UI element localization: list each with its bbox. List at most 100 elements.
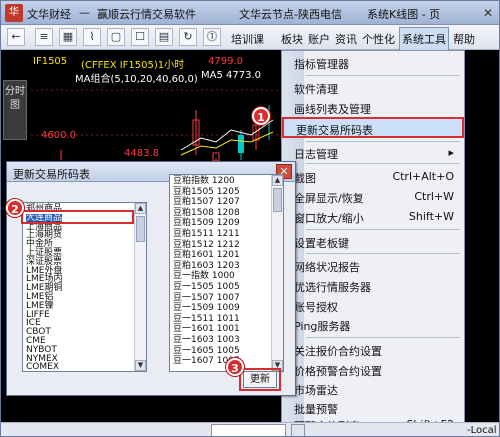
menu-item-software-cleanup[interactable]: 软件清理 (282, 78, 464, 98)
menu-sectors[interactable]: 板块 (281, 31, 303, 47)
menu-separator (306, 253, 460, 254)
menu-separator (306, 229, 460, 230)
scroll-up-icon[interactable]: ▲ (272, 175, 283, 186)
scroll-down-icon[interactable]: ▼ (135, 360, 146, 371)
menu-item-label: 全屏显示/恢复 (294, 192, 364, 205)
menu-item-network-report[interactable]: 网络状况报告 (282, 256, 464, 276)
contract-list-item[interactable]: 豆粕1509 1209 (173, 219, 240, 228)
status-scroll-icon[interactable] (291, 424, 305, 436)
menu-item-price-alert-contracts[interactable]: 价格预警合约设置 (282, 360, 464, 380)
scroll-thumb[interactable] (136, 216, 145, 242)
menu-separator (306, 75, 460, 76)
exchange-listbox[interactable]: ▲ ▼ 郑州商品 大连商品 上海商品 上海期货 中金所 上证股票 深证股票 LME外盘 LME场… (22, 202, 147, 372)
system-tools-dropdown: 指标管理器 软件清理 画线列表及管理 更新交易所码表 日志管理 ▸ 截图 Ctrl+… (281, 50, 465, 433)
back-icon[interactable]: ← (7, 28, 25, 46)
contract-list-item[interactable]: 豆粕1512 1212 (173, 240, 240, 250)
contract-list-item[interactable]: 豆一1605 1005 (173, 346, 240, 356)
app-subtitle: 赢顺云行情交易软件 (97, 8, 196, 21)
contract-code: IF1505 (33, 56, 68, 67)
contract-list-item[interactable]: 豆粕1507 1207 (173, 198, 240, 207)
contract-list-scrollbar[interactable]: ▲ ▼ (271, 175, 283, 371)
menu-item-market-radar[interactable]: 市场雷达 (282, 379, 464, 399)
exchange-list-item[interactable]: COMEX (26, 363, 59, 371)
ma5-value: MA5 4773.0 (201, 70, 261, 81)
scroll-thumb[interactable] (273, 188, 282, 212)
grid-icon[interactable]: ▦ (59, 28, 77, 46)
update-exchange-codes-dialog: 更新交易所码表 ✕ ▲ ▼ 郑州商品 大连商品 上海商品 上海期货 中金所 上证股票 深证股… (6, 161, 296, 396)
menu-item-label: 日志管理 (294, 148, 338, 161)
submenu-arrow-icon: ▸ (448, 146, 454, 159)
contract-list-item[interactable]: 豆粕1603 1203 (173, 261, 240, 271)
menu-item-zoom-window[interactable]: 窗口放大/缩小 Shift+W (282, 207, 464, 227)
contract-list-item[interactable]: 豆粕1508 1208 (173, 208, 240, 218)
step-badge-2: 2 (6, 199, 24, 217)
title-separator: — (79, 6, 90, 19)
status-local: -Local (467, 425, 497, 436)
ma-label: MA组合(5,10,20,40,60,0) (75, 74, 198, 85)
contract-list-item[interactable]: 豆一1511 1011 (173, 314, 240, 324)
window-close-icon[interactable]: ✕ (481, 6, 495, 20)
status-input[interactable] (211, 424, 286, 436)
menu-item-quote-contracts[interactable]: 关注报价合约设置 (282, 340, 464, 360)
menu-item-ping-server[interactable]: Ping服务器 (282, 315, 464, 335)
menu-item-update-exchange-codes[interactable]: 更新交易所码表 (282, 117, 464, 138)
one-h-icon[interactable]: ⓵ (203, 28, 221, 46)
menu-item-label: 截图 (294, 172, 316, 185)
price-top: 4799.0 (208, 56, 243, 67)
menu-item-boss-key[interactable]: 设置老板键 (282, 232, 464, 252)
menu-separator (306, 163, 460, 164)
menu-item-label: 指标管理器 (294, 58, 349, 71)
contract-list-item[interactable]: 豆一1509 1009 (173, 304, 240, 313)
contract-list-item[interactable]: 豆粕1601 1201 (173, 251, 240, 260)
menu-item-log-management[interactable]: 日志管理 ▸ (282, 143, 464, 163)
menu-item-screenshot[interactable]: 截图 Ctrl+Alt+O (282, 167, 464, 187)
menu-separator (306, 337, 460, 338)
dialog-title: 更新交易所码表 (13, 168, 90, 181)
exchange-list-scrollbar[interactable]: ▲ ▼ (134, 203, 146, 371)
contract-list-item[interactable]: 豆粕1505 1205 (173, 187, 240, 197)
step-badge-1: 1 (252, 107, 270, 125)
server-node: 文华云节点-陕西电信 (239, 8, 342, 21)
contract-list-item[interactable]: 豆一1603 1003 (173, 336, 240, 345)
menu-item-label: Ping服务器 (294, 320, 351, 333)
contract-list-item[interactable]: 豆一指数 1000 (173, 272, 235, 281)
menu-personalize[interactable]: 个性化 (362, 31, 395, 47)
menu-item-indicator-manager[interactable]: 指标管理器 (282, 53, 464, 73)
menu-help[interactable]: 帮助 (453, 31, 475, 47)
contract-code-listbox[interactable]: ▲ ▼ 豆粕指数 1200 豆粕1505 1205 豆粕1507 1207 豆粕150… (169, 174, 284, 372)
candle (238, 135, 244, 153)
window-icon[interactable]: ▢ (107, 28, 125, 46)
panel-icon[interactable]: ☐ (131, 28, 149, 46)
toolbar: ← ≡ ▦ ⌇ ▢ ☐ ▤ ↻ ⓵ 培训课 板块 账户 资讯 个性化 系统工具 … (1, 25, 499, 51)
scroll-up-icon[interactable]: ▲ (135, 203, 146, 214)
contract-full: (CFFEX IF1505)1小时 (81, 60, 185, 71)
menu-item-account-auth[interactable]: 账号授权 (282, 296, 464, 316)
menu-item-label: 账号授权 (294, 301, 338, 314)
menu-training[interactable]: 培训课 (231, 31, 264, 47)
menu-item-label: 设置老板键 (294, 237, 349, 250)
status-bar: -Local (1, 422, 499, 436)
refresh-icon[interactable]: ↻ (179, 28, 197, 46)
contract-list-item[interactable]: 豆一1601 1001 (173, 325, 240, 334)
menu-item-optimal-server[interactable]: 优选行情服务器 (282, 276, 464, 296)
contract-list-item[interactable]: 豆一1505 1005 (173, 283, 240, 292)
line-chart-icon[interactable]: ⌇ (83, 28, 101, 46)
menu-news[interactable]: 资讯 (335, 31, 357, 47)
step-badge-3: 3 (226, 358, 244, 376)
table-icon[interactable]: ▤ (155, 28, 173, 46)
menu-shortcut: Ctrl+W (414, 190, 454, 203)
side-tab-timeshare[interactable]: 分时图 (3, 80, 27, 140)
highlight-frame-update (239, 368, 281, 391)
contract-list-item[interactable]: 豆粕指数 1200 (173, 177, 235, 186)
price-level-4483: 4483.8 (124, 148, 159, 159)
menu-item-label: 窗口放大/缩小 (294, 212, 364, 225)
menu-account[interactable]: 账户 (308, 31, 330, 47)
list-icon[interactable]: ≡ (35, 28, 53, 46)
menu-item-drawing-list[interactable]: 画线列表及管理 (282, 98, 464, 118)
contract-list-item[interactable]: 豆粕1511 1211 (173, 230, 240, 239)
menu-item-label: 网络状况报告 (294, 261, 360, 274)
title-bar: 华 文华财经 — 赢顺云行情交易软件 文华云节点-陕西电信 系统K线图 - 页 … (1, 1, 499, 25)
menu-system-tools[interactable]: 系统工具 (399, 27, 449, 51)
contract-list-item[interactable]: 豆一1507 1007 (173, 293, 240, 303)
menu-item-fullscreen[interactable]: 全屏显示/恢复 Ctrl+W (282, 187, 464, 207)
